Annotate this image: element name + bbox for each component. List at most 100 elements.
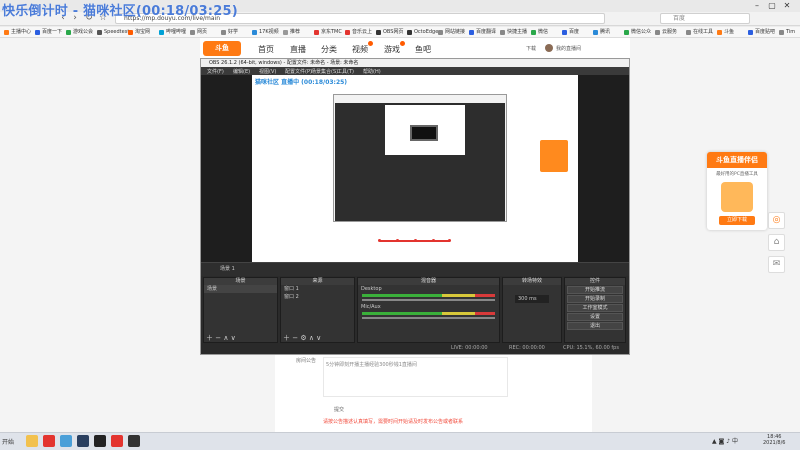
nav-live[interactable]: 直播 [290, 44, 306, 55]
bookmark-item[interactable]: 哔哩哔哩 [159, 28, 186, 37]
obs-statusbar: LIVE: 00:00:00 REC: 00:00:00 CPU: 15.1%,… [201, 343, 629, 354]
bookmark-item[interactable]: 百度贴吧 [748, 28, 775, 37]
bookmark-item[interactable]: 淘宝网 [128, 28, 150, 37]
bookmark-item[interactable]: 游戏公会 [66, 28, 93, 37]
bookmark-item[interactable]: 百度一下 [35, 28, 62, 37]
bookmark-item[interactable]: 百度翻译 [469, 28, 496, 37]
network-icon[interactable] [60, 435, 72, 447]
nav-fishbar[interactable]: 鱼吧 [415, 44, 431, 55]
home-icon[interactable]: ⌂ [768, 234, 785, 251]
obs-menu-item[interactable]: 工具(T) [337, 68, 354, 75]
cpu-status: CPU: 15.1%, 60.00 fps [563, 345, 619, 351]
chrome-icon[interactable] [43, 435, 55, 447]
timeline-dot [432, 239, 435, 242]
hot-badge [400, 41, 405, 46]
bookmark-item[interactable]: 快捷主播 [500, 28, 527, 37]
douyu-logo[interactable]: 斗鱼 [203, 41, 241, 56]
start-button[interactable]: 开始 [2, 437, 14, 446]
timeline-dot [448, 239, 451, 242]
obs-menu-item[interactable]: 文件(F) [207, 68, 224, 75]
bookmark-item[interactable]: 京东TMC [314, 28, 342, 37]
add-source-icon[interactable]: ＋ − ⚙ ∧ ∨ [283, 333, 321, 343]
obs-menu-item[interactable]: 编辑(E) [233, 68, 250, 75]
nav-video[interactable]: 视频 [352, 41, 373, 55]
system-tray[interactable]: ▲ ◙ ♪ 中 [712, 436, 738, 445]
obs-menu-item[interactable]: 配置文件(P) [285, 68, 312, 75]
bookmark-item[interactable]: 音乐云上 [345, 28, 372, 37]
maximize-icon[interactable]: ▢ [766, 1, 778, 11]
mixer-channel-label: Desktop [361, 286, 382, 292]
minimize-icon[interactable]: – [751, 1, 763, 11]
file-explorer-icon[interactable] [26, 435, 38, 447]
timeline-dot [414, 239, 417, 242]
scenes-dock-title: 场景 [204, 278, 277, 285]
volume-slider[interactable] [362, 317, 495, 319]
warning-tip: 请按公告描述认真填写，需要时间开始请及时发布公告或者联系 [323, 419, 464, 425]
obs-icon[interactable] [94, 435, 106, 447]
nested-promo-card [540, 140, 568, 172]
controls-dock-title: 控件 [565, 278, 625, 285]
bookmark-item[interactable]: 17K视频 [252, 28, 279, 37]
download-link[interactable]: 下载 [526, 45, 536, 52]
promo-subtitle: 最好用的PC直播工具 [716, 172, 758, 177]
music-icon[interactable] [111, 435, 123, 447]
bookmark-item[interactable]: 云服务 [655, 28, 677, 37]
obs-menu-item[interactable]: 视图(V) [259, 68, 276, 75]
timeline-dot [396, 239, 399, 242]
sources-dock-title: 来源 [281, 278, 354, 285]
taskbar-clock[interactable]: 18:46 2021/8/6 [763, 434, 785, 446]
message-icon[interactable]: ✉ [768, 256, 785, 273]
bookmark-item[interactable]: 网站链接 [438, 28, 465, 37]
steam-icon[interactable] [77, 435, 89, 447]
bookmark-item[interactable]: 腾讯 [593, 28, 610, 37]
promo-title: 斗鱼直播伴侣 [707, 152, 767, 168]
source-item[interactable]: 窗口 2 [281, 293, 354, 301]
bookmark-item[interactable]: 百度 [562, 28, 579, 37]
controls-dock: 控件 开始推流 开始录制 工作室模式 设置 退出 [564, 277, 626, 343]
obs-menu-item[interactable]: 帮助(H) [363, 68, 381, 75]
game-icon[interactable] [128, 435, 140, 447]
start-recording-button[interactable]: 开始录制 [567, 295, 623, 303]
mixer-channel-label: Mic/Aux [361, 304, 381, 310]
bookmark-item[interactable]: Tim [779, 28, 795, 37]
announcement-text: 5分钟即刻开播主播经验300秒钱1直播间 [326, 362, 417, 368]
avatar[interactable] [545, 44, 553, 52]
rec-status: REC: 00:00:00 [509, 345, 545, 351]
bookmark-item[interactable]: 主播中心 [4, 28, 31, 37]
source-item[interactable]: 窗口 1 [281, 285, 354, 293]
nav-home[interactable]: 首页 [258, 44, 274, 55]
bookmark-item[interactable]: 微信 [531, 28, 548, 37]
nav-category[interactable]: 分类 [321, 44, 337, 55]
exit-button[interactable]: 退出 [567, 322, 623, 330]
bookmark-item[interactable]: 斗鱼 [717, 28, 734, 37]
hot-badge [368, 41, 373, 46]
live-status: LIVE: 00:00:00 [451, 345, 488, 351]
studio-mode-button[interactable]: 工作室模式 [567, 304, 623, 312]
bookmark-item[interactable]: 网页 [190, 28, 207, 37]
bookmark-item[interactable]: Speedtest [97, 28, 129, 37]
bookmark-item[interactable]: 微信公众 [624, 28, 651, 37]
compass-icon[interactable]: ◎ [768, 212, 785, 229]
obs-menu-item[interactable]: 场景集合(S) [311, 68, 338, 75]
close-icon[interactable]: ✕ [781, 1, 793, 11]
transition-duration-input[interactable]: 300 ms [515, 295, 549, 303]
submit-button[interactable]: 提交 [334, 406, 344, 413]
volume-slider[interactable] [362, 299, 495, 301]
obs-scene-toolbar [201, 262, 629, 276]
settings-button[interactable]: 设置 [567, 313, 623, 321]
transitions-dock-title: 转场特效 [503, 278, 561, 285]
scene-item[interactable]: 场景 [204, 285, 277, 293]
bookmark-item[interactable]: 好学 [221, 28, 238, 37]
start-streaming-button[interactable]: 开始推流 [567, 286, 623, 294]
add-scene-icon[interactable]: ＋ − ∧ ∨ [206, 333, 236, 343]
bookmark-item[interactable]: OctoEdge [407, 28, 438, 37]
promo-download-button[interactable]: 立即下载 [719, 216, 755, 225]
user-menu[interactable]: 我的直播间 [556, 45, 581, 52]
bookmark-item[interactable]: 推荐 [283, 28, 300, 37]
bookmark-item[interactable]: 在线工具 [686, 28, 713, 37]
current-scene-label: 场景 1 [220, 266, 235, 272]
bookmark-item[interactable]: OBS网页 [376, 28, 403, 37]
nav-game[interactable]: 游戏 [384, 41, 405, 55]
timeline-dot [378, 239, 381, 242]
search-input[interactable]: 百度 [660, 13, 750, 24]
